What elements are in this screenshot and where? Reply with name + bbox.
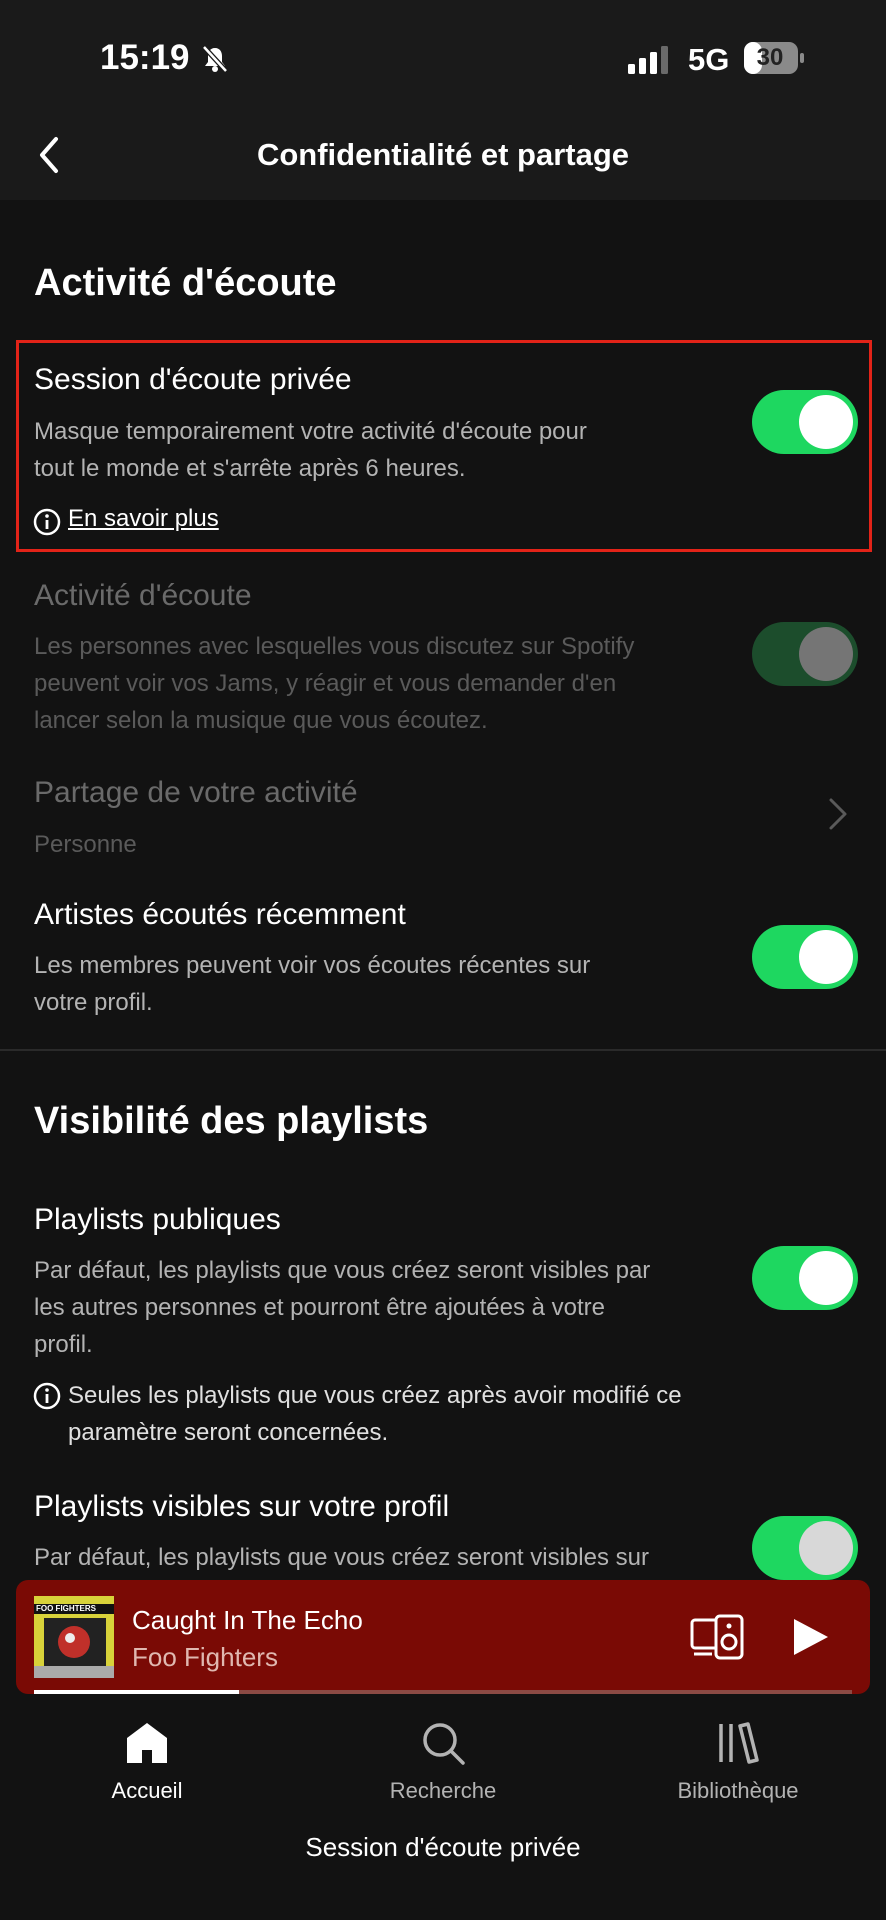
now-playing-title: Caught In The Echo: [132, 1605, 363, 1635]
public-playlists-note-2: paramètre seront concernées.: [68, 1419, 389, 1446]
search-icon: [423, 1723, 465, 1765]
info-icon: [33, 1382, 61, 1410]
connect-device-icon[interactable]: [690, 1614, 744, 1660]
activity-sharing-value: Personne: [34, 831, 137, 858]
info-icon: [33, 508, 61, 536]
section-heading-playlists: Visibilité des playlists: [34, 1100, 429, 1142]
public-playlists-desc-3: profil.: [34, 1331, 93, 1358]
listening-activity-desc-1: Les personnes avec lesquelles vous discu…: [34, 633, 635, 660]
private-session-desc-2: tout le monde et s'arrête après 6 heures…: [34, 455, 466, 482]
now-playing-artist: Foo Fighters: [132, 1642, 278, 1672]
album-art: FOO FIGHTERS: [34, 1596, 114, 1678]
status-time: 15:19: [100, 38, 190, 77]
battery-level: 30: [756, 44, 784, 71]
listening-activity-desc-2: peuvent voir vos Jams, y réagir et vous …: [34, 670, 617, 697]
recent-artists-title: Artistes écoutés récemment: [34, 898, 406, 931]
profile-playlists-desc-1: Par défaut, les playlists que vous créez…: [34, 1544, 649, 1571]
signal-icon: [628, 46, 668, 74]
public-playlists-title: Playlists publiques: [34, 1203, 281, 1236]
activity-sharing-title: Partage de votre activité: [34, 776, 358, 809]
section-divider: [0, 1049, 886, 1051]
private-session-toggle[interactable]: [752, 390, 858, 454]
album-art-text: FOO FIGHTERS: [36, 1604, 96, 1613]
play-icon[interactable]: [792, 1617, 830, 1657]
recent-artists-toggle[interactable]: [752, 925, 858, 989]
network-label: 5G: [688, 42, 730, 77]
nav-search-label: Recherche: [389, 1778, 497, 1803]
nav-home[interactable]: Accueil: [47, 1720, 247, 1804]
toggle-knob: [799, 1521, 853, 1575]
listening-activity-toggle: [752, 622, 858, 686]
listening-activity-title: Activité d'écoute: [34, 579, 252, 612]
toggle-knob: [799, 1251, 853, 1305]
toggle-knob: [799, 395, 853, 449]
section-heading-listening: Activité d'écoute: [34, 262, 337, 304]
public-playlists-desc-1: Par défaut, les playlists que vous créez…: [34, 1257, 651, 1284]
private-session-desc-1: Masque temporairement votre activité d'é…: [34, 418, 587, 445]
toggle-knob: [799, 930, 853, 984]
nav-library-label: Bibliothèque: [677, 1778, 799, 1803]
public-playlists-toggle[interactable]: [752, 1246, 858, 1310]
bell-muted-icon: [202, 45, 228, 73]
library-icon: [719, 1722, 759, 1764]
private-session-footer: Session d'écoute privée: [305, 1832, 581, 1862]
toggle-knob: [799, 627, 853, 681]
recent-artists-desc-2: votre profil.: [34, 989, 153, 1016]
nav-home-label: Accueil: [111, 1778, 183, 1803]
listening-activity-desc-3: lancer selon la musique que vous écoutez…: [34, 707, 488, 734]
profile-playlists-title: Playlists visibles sur votre profil: [34, 1490, 450, 1523]
chevron-right-icon: [829, 798, 847, 830]
learn-more-link[interactable]: En savoir plus: [68, 505, 219, 533]
public-playlists-note-1: Seules les playlists que vous créez aprè…: [68, 1382, 682, 1409]
battery-icon: 30: [744, 42, 806, 74]
public-playlists-desc-2: les autres personnes et pourront être aj…: [34, 1294, 606, 1321]
recent-artists-desc-1: Les membres peuvent voir vos écoutes réc…: [34, 952, 591, 979]
nav-library[interactable]: Bibliothèque: [638, 1720, 838, 1804]
profile-playlists-toggle[interactable]: [752, 1516, 858, 1580]
private-session-title: Session d'écoute privée: [34, 363, 352, 396]
page-title: Confidentialité et partage: [256, 137, 630, 172]
nav-search[interactable]: Recherche: [343, 1720, 543, 1804]
home-icon: [127, 1723, 167, 1763]
